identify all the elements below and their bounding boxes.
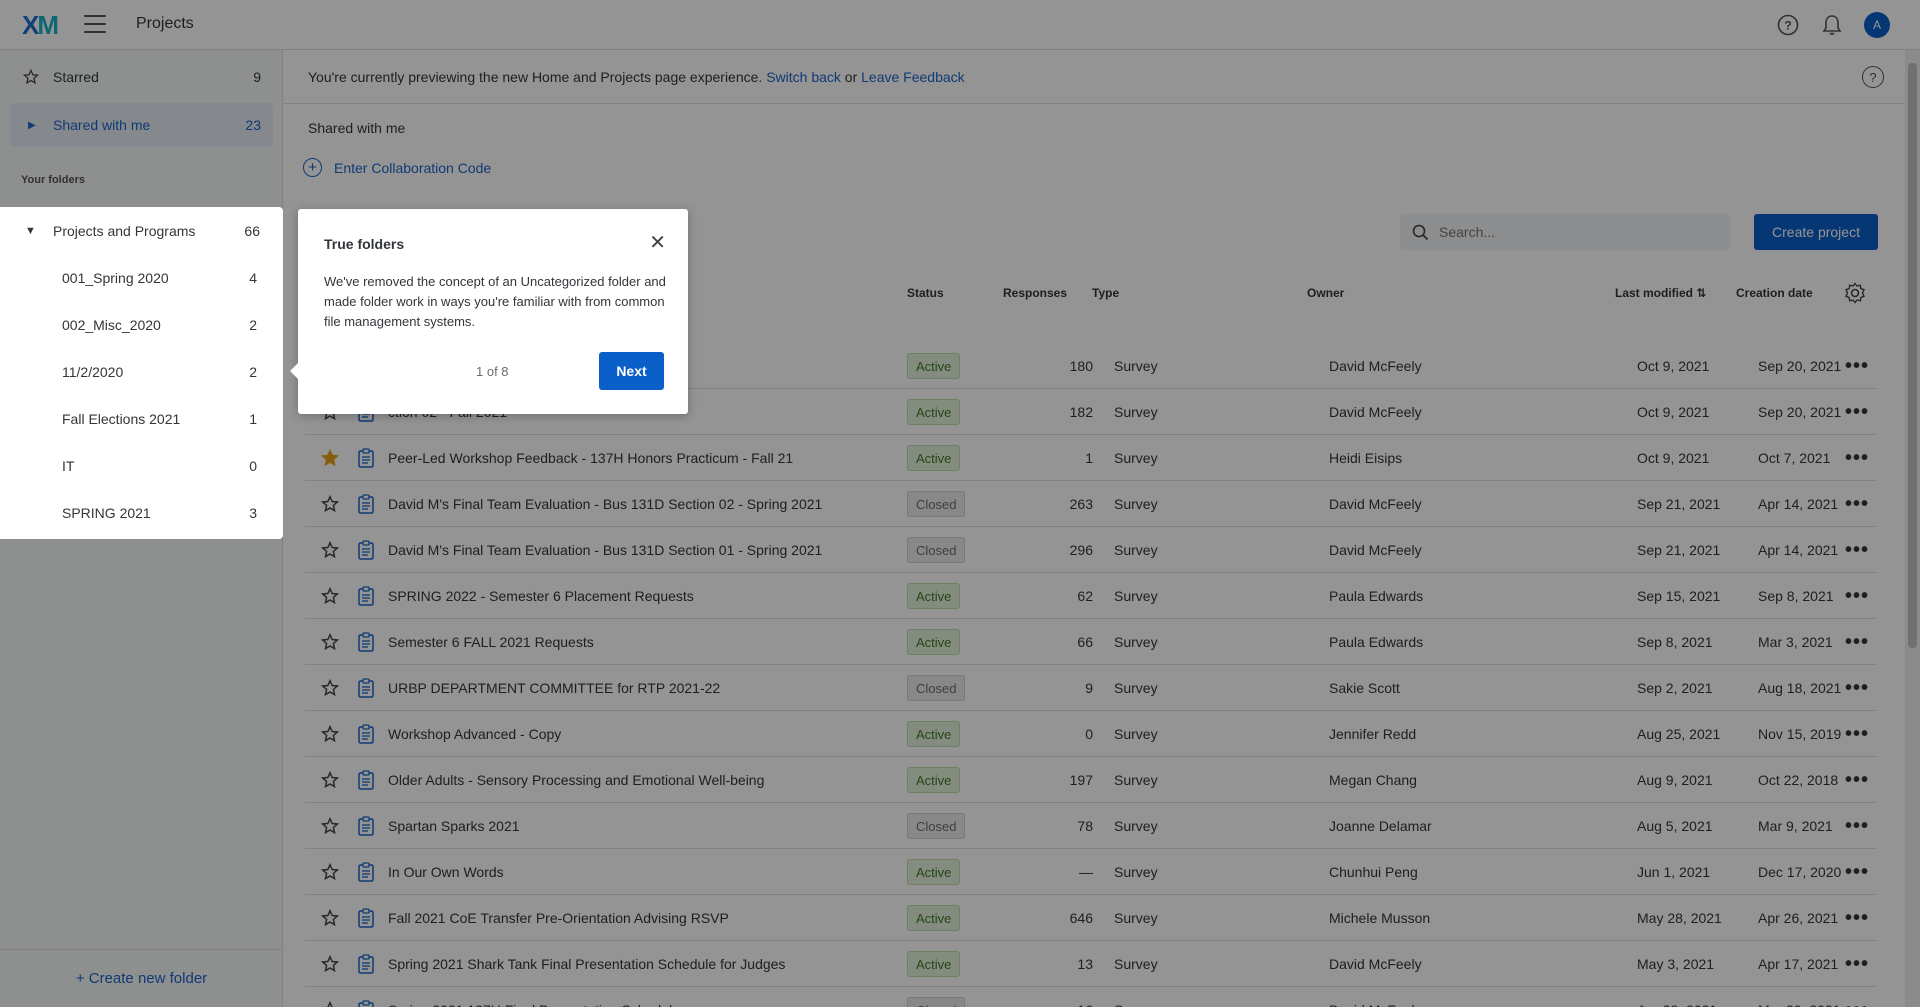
folder-count: 2 — [249, 316, 257, 333]
folder-label: SPRING 2021 — [62, 504, 151, 521]
folder-label: 11/2/2020 — [62, 363, 124, 380]
folders-spotlight: ▼ Projects and Programs 66 001_Spring 20… — [0, 207, 283, 539]
folder-count: 1 — [249, 410, 257, 427]
next-button[interactable]: Next — [599, 352, 664, 390]
folder-count: 66 — [244, 222, 260, 239]
close-icon[interactable]: ✕ — [649, 233, 666, 253]
folder-count: 2 — [249, 363, 257, 380]
caret-down-icon: ▼ — [25, 224, 36, 237]
popover-step: 1 of 8 — [476, 364, 509, 379]
folder-item[interactable]: 001_Spring 2020 4 — [0, 254, 283, 301]
folder-projects-and-programs[interactable]: ▼ Projects and Programs 66 — [0, 207, 283, 254]
tour-popover: True folders ✕ We've removed the concept… — [290, 209, 688, 414]
folder-label: 002_Misc_2020 — [62, 316, 161, 333]
folder-label: 001_Spring 2020 — [62, 269, 169, 286]
popover-title: True folders — [324, 236, 405, 252]
folder-count: 4 — [249, 269, 257, 286]
folder-item[interactable]: SPRING 2021 3 — [0, 489, 283, 536]
folder-item[interactable]: 002_Misc_2020 2 — [0, 301, 283, 348]
popover-body: We've removed the concept of an Uncatego… — [324, 274, 666, 329]
tour-overlay — [0, 0, 1920, 1007]
folder-item[interactable]: Fall Elections 2021 1 — [0, 395, 283, 442]
folder-label: Fall Elections 2021 — [62, 410, 181, 427]
folder-item[interactable]: 11/2/2020 2 — [0, 348, 283, 395]
folder-count: 0 — [249, 457, 257, 474]
folder-item[interactable]: IT 0 — [0, 442, 283, 489]
folder-label: Projects and Programs — [53, 222, 196, 239]
folder-count: 3 — [249, 504, 257, 521]
folder-label: IT — [62, 457, 75, 474]
